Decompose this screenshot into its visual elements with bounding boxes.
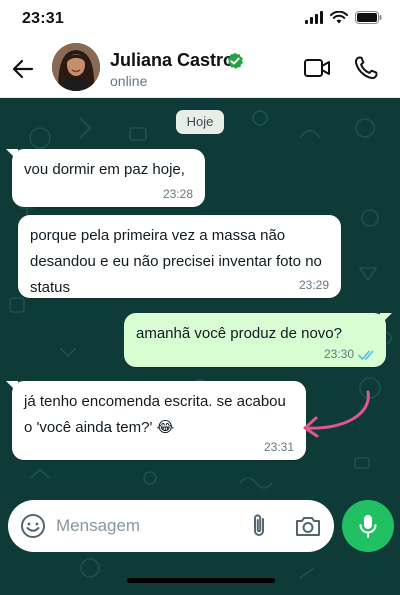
message-input[interactable]: [56, 512, 236, 540]
microphone-icon: [359, 515, 377, 538]
read-receipt-icon: [358, 350, 374, 360]
message-text: porque pela primeira vez a massa não des…: [30, 227, 322, 296]
video-call-icon[interactable]: [303, 56, 331, 80]
message-bubble-incoming[interactable]: já tenho encomenda escrita. se acabou o …: [6, 381, 306, 460]
message-time: 23:28: [162, 187, 193, 201]
attach-icon[interactable]: [248, 512, 272, 540]
contact-name[interactable]: Juliana Castro: [110, 50, 234, 71]
contact-status: online: [110, 73, 148, 89]
message-time: 23:29: [298, 278, 329, 292]
camera-icon[interactable]: [294, 513, 322, 539]
home-indicator[interactable]: [127, 578, 275, 583]
message-text: vou dormir em paz hoje,: [24, 161, 185, 178]
bubble-tail: [6, 149, 18, 161]
message-time: 23:30: [323, 347, 354, 361]
message-time: 23:31: [263, 440, 294, 454]
annotation-arrow-icon: [303, 390, 370, 438]
message-bubble-outgoing[interactable]: amanhã você produz de novo? 23:30: [124, 313, 392, 367]
date-chip: Hoje: [176, 110, 224, 134]
message-bubble-incoming[interactable]: porque pela primeira vez a massa não des…: [18, 215, 341, 298]
verified-badge-icon: [227, 52, 243, 69]
signal-icon: [305, 11, 323, 24]
chat-header: Juliana Castro online: [0, 40, 400, 98]
battery-icon: [355, 11, 382, 24]
message-text: já tenho encomenda escrita. se acabou o …: [24, 393, 286, 436]
chat-area[interactable]: Hoje vou dormir em paz hoje, 23:28 porqu…: [0, 98, 400, 595]
avatar[interactable]: [52, 43, 100, 91]
message-bubble-incoming[interactable]: vou dormir em paz hoje, 23:28: [6, 149, 205, 207]
status-time: 23:31: [22, 10, 64, 27]
phone-call-icon[interactable]: [353, 55, 379, 81]
status-bar: 23:31: [0, 0, 400, 40]
bubble-tail: [380, 313, 392, 325]
message-composer: [8, 500, 334, 552]
wifi-icon: [330, 11, 348, 24]
emoji-icon[interactable]: [20, 513, 46, 539]
bubble-tail: [6, 381, 18, 393]
message-text: amanhã você produz de novo?: [136, 325, 342, 342]
back-arrow-icon[interactable]: [10, 56, 36, 82]
microphone-button[interactable]: [342, 500, 394, 552]
status-icons: [305, 11, 382, 24]
